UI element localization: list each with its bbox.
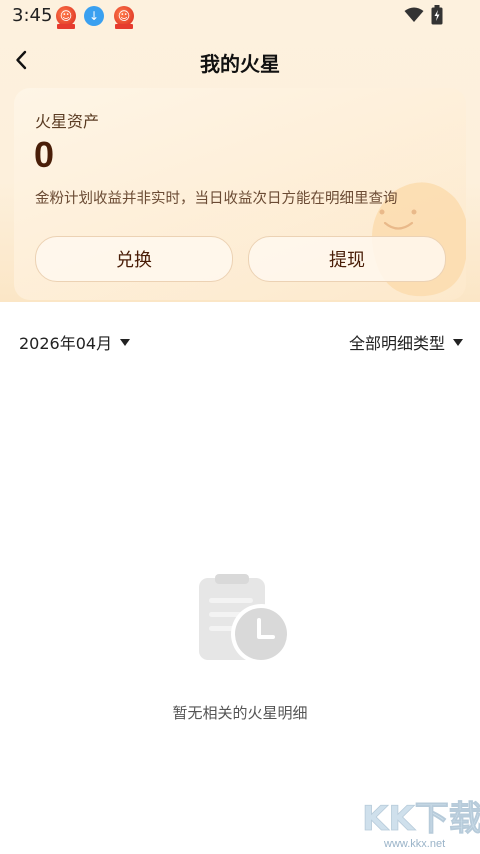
battery-charging-icon [431, 5, 443, 25]
status-time: 3:45 [12, 5, 53, 26]
asset-label: 火星资产 [35, 112, 100, 131]
download-icon: ↓ [84, 6, 104, 26]
date-filter-label: 2026年04月 [19, 334, 113, 353]
asset-card: 火星资产 0 金粉计划收益并非实时，当日收益次日方能在明细里查询 兑换 提现 [14, 88, 466, 300]
withdraw-button[interactable]: 提现 [248, 236, 446, 282]
wifi-icon [404, 7, 424, 22]
caret-down-icon [120, 338, 131, 346]
kk-download-logo: KK下载 [362, 799, 480, 838]
type-filter-label: 全部明细类型 [348, 334, 445, 353]
svg-text:KK下载: KK下载 [362, 799, 480, 838]
asset-note: 金粉计划收益并非实时，当日收益次日方能在明细里查询 [35, 191, 398, 207]
page-title: 我的火星 [200, 52, 280, 76]
app-red-icon: ☺ [114, 6, 134, 29]
caret-down-icon [453, 338, 463, 346]
exchange-button[interactable]: 兑换 [35, 236, 233, 282]
app-red-icon: ☺ [56, 6, 76, 29]
empty-state-text: 暂无相关的火星明细 [172, 704, 308, 722]
asset-value: 0 [34, 134, 55, 175]
watermark-url: www.kkx.net [384, 838, 446, 850]
clipboard-clock-icon [199, 574, 291, 664]
date-filter-dropdown[interactable]: 2026年04月 [19, 330, 131, 354]
type-filter-dropdown[interactable]: 全部明细类型 [349, 330, 463, 354]
status-bar: 3:45 ☺ ↓ ☺ [0, 0, 480, 32]
